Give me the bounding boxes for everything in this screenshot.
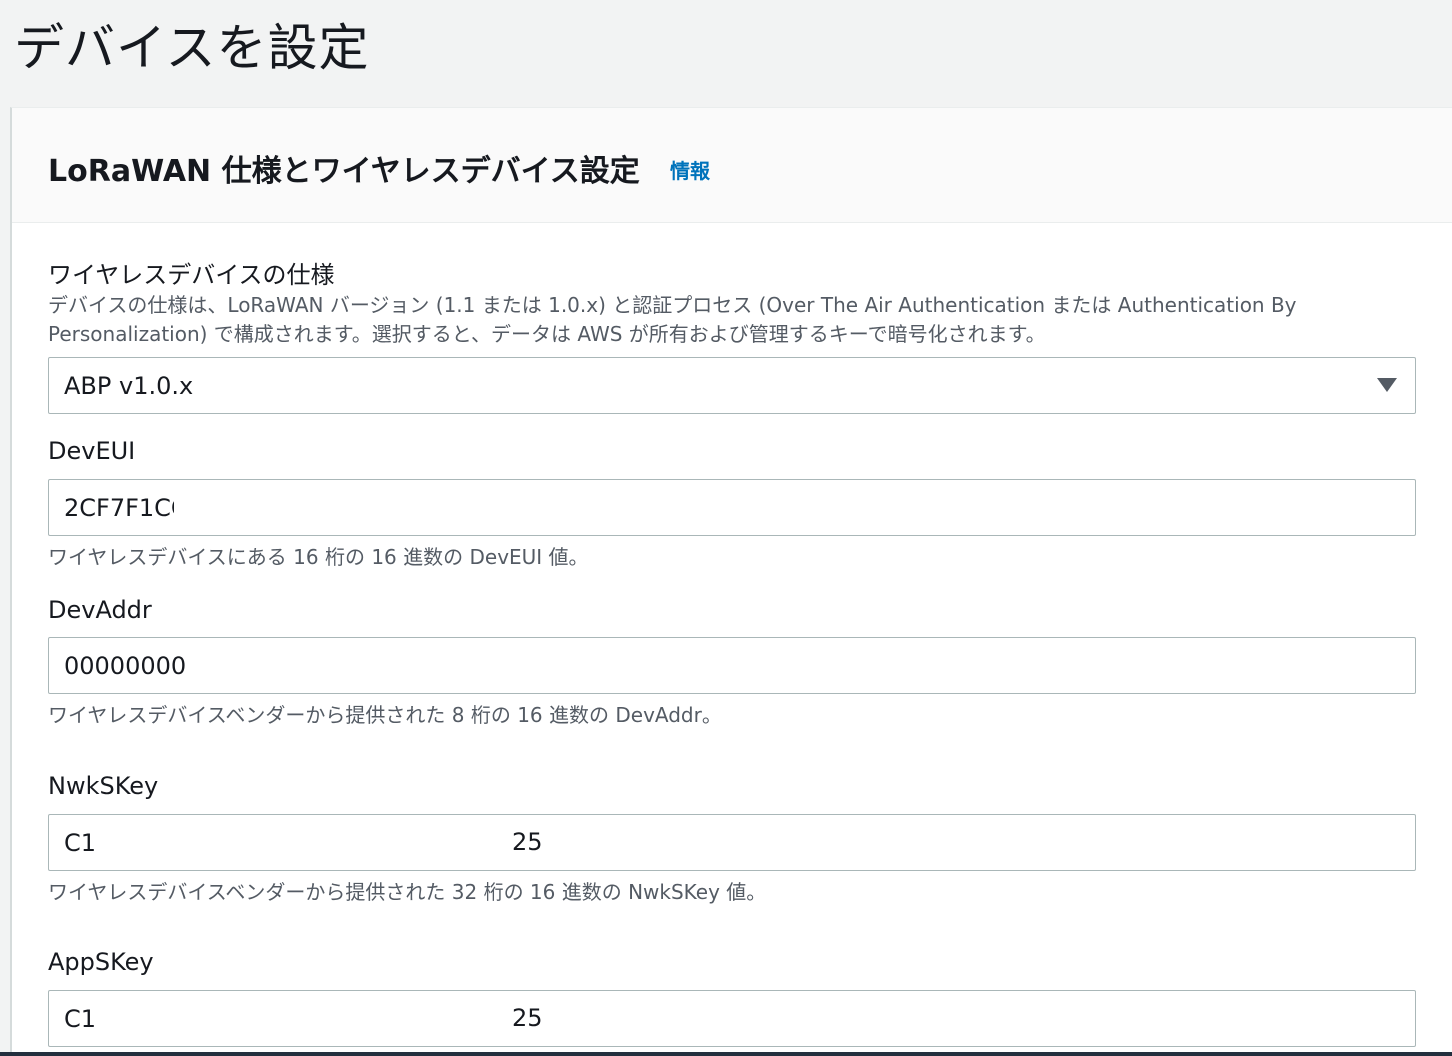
- spec-select[interactable]: ABP v1.0.x: [48, 357, 1416, 414]
- devaddr-hint: ワイヤレスデバイスベンダーから提供された 8 桁の 16 進数の DevAddr…: [48, 703, 722, 727]
- page-title: デバイスを設定: [14, 19, 370, 77]
- section-title: LoRaWAN 仕様とワイヤレスデバイス設定: [48, 154, 640, 189]
- devaddr-input[interactable]: 00000000: [48, 637, 1416, 694]
- nwkskey-hint: ワイヤレスデバイスベンダーから提供された 32 桁の 16 進数の NwkSKe…: [48, 880, 767, 904]
- caret-down-icon: [1377, 378, 1397, 392]
- spec-select-value: ABP v1.0.x: [64, 371, 194, 400]
- spec-label: ワイヤレスデバイスの仕様: [48, 261, 335, 289]
- nwkskey-value-start: C1: [64, 828, 97, 857]
- panel-header: LoRaWAN 仕様とワイヤレスデバイス設定 情報: [12, 108, 1452, 223]
- settings-panel: LoRaWAN 仕様とワイヤレスデバイス設定 情報 ワイヤレスデバイスの仕様 デ…: [10, 107, 1452, 1056]
- devaddr-label: DevAddr: [48, 596, 152, 624]
- nwkskey-label: NwkSKey: [48, 772, 159, 800]
- deveui-value: 2CF7F1CC: [64, 493, 174, 522]
- deveui-input[interactable]: 2CF7F1CC: [48, 479, 1416, 536]
- deveui-hint: ワイヤレスデバイスにある 16 桁の 16 進数の DevEUI 値。: [48, 545, 589, 569]
- nwkskey-value-end: 25: [512, 828, 543, 856]
- appskey-label: AppSKey: [48, 948, 154, 976]
- spec-description: デバイスの仕様は、LoRaWAN バージョン (1.1 または 1.0.x) と…: [48, 293, 1297, 346]
- appskey-input[interactable]: C1 25: [48, 990, 1416, 1047]
- deveui-label: DevEUI: [48, 437, 136, 465]
- devaddr-value: 00000000: [64, 651, 187, 680]
- appskey-value-start: C1: [64, 1004, 97, 1033]
- appskey-value-end: 25: [512, 1004, 543, 1032]
- nwkskey-input[interactable]: C1 25: [48, 814, 1416, 871]
- bottom-bar: [0, 1052, 1452, 1056]
- info-link[interactable]: 情報: [670, 155, 710, 184]
